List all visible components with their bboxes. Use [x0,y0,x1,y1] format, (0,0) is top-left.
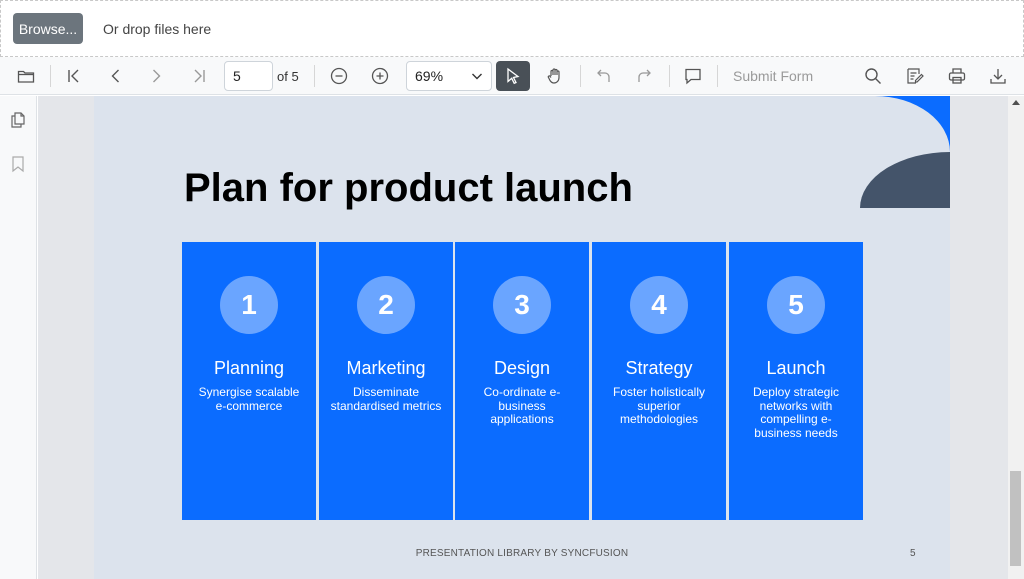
zoom-value: 69% [415,68,444,84]
toolbar-separator [669,65,670,87]
toolbar-separator [717,65,718,87]
toolbar-separator [50,65,51,87]
step-description: Foster holistically superior methodologi… [612,385,706,426]
zoom-dropdown[interactable]: 69% [406,61,492,91]
step-card: 4 Strategy Foster holistically superior … [592,242,726,520]
step-number: 4 [630,276,688,334]
last-page-icon[interactable] [182,61,216,91]
scroll-up-arrow-icon[interactable] [1012,100,1020,105]
page-total-label: of 5 [277,69,299,84]
step-title: Design [493,358,551,378]
search-icon[interactable] [856,61,890,91]
decorative-shape [860,96,950,208]
step-description: Synergise scalable e-commerce [198,385,300,413]
previous-page-icon[interactable] [99,61,133,91]
step-title: Launch [766,358,826,378]
open-folder-icon[interactable] [9,61,43,91]
step-card: 5 Launch Deploy strategic networks with … [729,242,863,520]
step-number: 3 [493,276,551,334]
comment-icon[interactable] [676,61,710,91]
document-viewer[interactable]: Plan for product launch 1 Planning Syner… [38,96,1008,579]
download-icon[interactable] [981,61,1015,91]
vertical-scrollbar[interactable] [1008,96,1024,579]
current-page-input[interactable]: 5 [224,61,273,91]
first-page-icon[interactable] [57,61,91,91]
print-icon[interactable] [940,61,974,91]
file-uploader[interactable]: Browse... Or drop files here [0,0,1024,57]
text-selection-icon[interactable] [496,61,530,91]
step-card: 2 Marketing Disseminate standardised met… [319,242,453,520]
pdf-page: Plan for product launch 1 Planning Syner… [94,96,950,579]
browse-button[interactable]: Browse... [13,13,83,44]
zoom-in-icon[interactable] [363,61,397,91]
step-number: 1 [220,276,278,334]
step-title: Marketing [346,358,426,378]
redo-icon[interactable] [628,61,662,91]
undo-icon[interactable] [586,61,620,91]
pdf-toolbar: 5 of 5 69% Submit Form [0,57,1024,95]
scrollbar-thumb[interactable] [1010,471,1021,566]
step-number: 2 [357,276,415,334]
annotation-edit-icon[interactable] [898,61,932,91]
step-description: Deploy strategic networks with compellin… [752,385,840,440]
bookmark-icon[interactable] [9,155,27,173]
step-number: 5 [767,276,825,334]
slide-page-number: 5 [910,548,916,559]
chevron-down-icon [472,73,482,80]
zoom-out-icon[interactable] [322,61,356,91]
step-card: 3 Design Co-ordinate e-business applicat… [455,242,589,520]
slide-footer: PRESENTATION LIBRARY BY SYNCFUSION [415,548,629,559]
step-description: Disseminate standardised metrics [330,385,442,413]
pan-hand-icon[interactable] [538,61,572,91]
step-title: Planning [213,358,285,378]
toolbar-separator [314,65,315,87]
navigation-pane [0,96,37,579]
drop-files-hint: Or drop files here [103,21,212,37]
slide-title: Plan for product launch [184,166,633,210]
step-title: Strategy [625,358,693,378]
step-card: 1 Planning Synergise scalable e-commerce [182,242,316,520]
next-page-icon[interactable] [139,61,173,91]
submit-form-button[interactable]: Submit Form [733,68,813,84]
toolbar-separator [580,65,581,87]
page-thumbnails-icon[interactable] [9,111,27,129]
step-description: Co-ordinate e-business applications [483,385,561,426]
